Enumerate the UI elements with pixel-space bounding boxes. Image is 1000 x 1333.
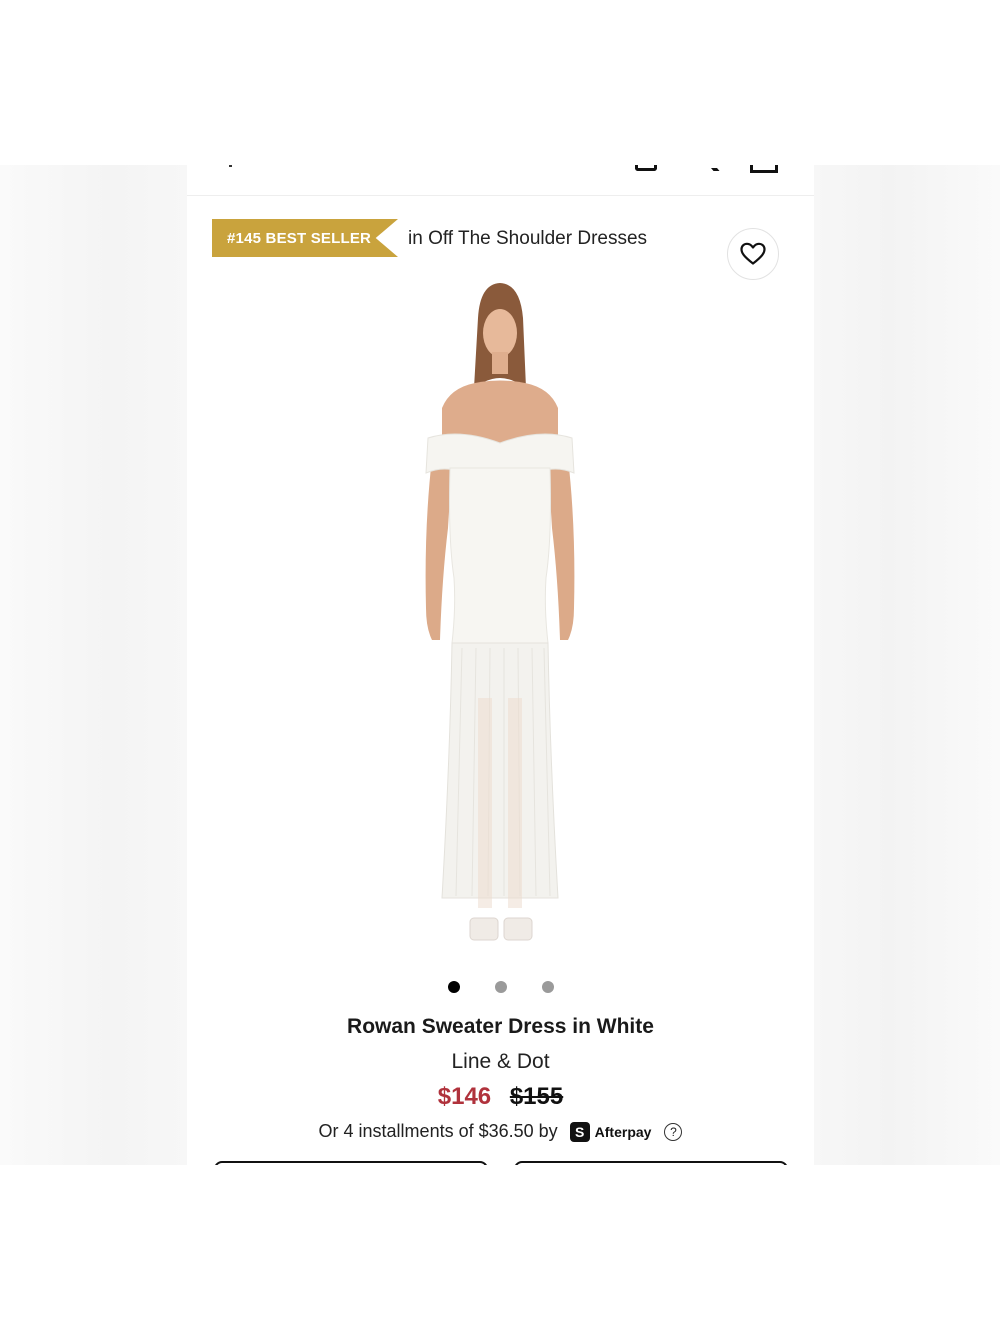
price-row: $146 $155 [187,1083,814,1111]
menu-icon[interactable] [229,165,232,167]
background-blur-left [0,165,187,1165]
size-select-button[interactable] [214,1161,488,1165]
carousel-dot[interactable] [541,981,554,993]
sale-price: $146 [437,1083,492,1110]
installments-text: Or 4 installments of $36.50 by [318,1121,558,1141]
carousel-dot[interactable] [494,981,507,993]
account-icon[interactable] [635,165,657,171]
product-page: #145 BEST SELLER in Off The Shoulder Dre… [187,165,814,1165]
question-icon[interactable]: ? [664,1122,683,1141]
product-title: Rowan Sweater Dress in White [347,1015,654,1038]
afterpay-label: Afterpay [594,1123,652,1140]
background-blur-right [814,165,1000,1165]
best-seller-category[interactable]: in Off The Shoulder Dresses [408,228,647,250]
best-seller-label: #145 BEST SELLER [227,230,372,247]
afterpay-logo: S Afterpay [569,1121,652,1142]
carousel-dots [187,981,814,995]
original-price: $155 [509,1083,564,1110]
search-icon[interactable] [708,165,720,171]
installments-row: Or 4 installments of $36.50 by S Afterpa… [187,1121,814,1142]
heart-icon [740,242,766,265]
product-image[interactable] [400,278,600,968]
top-nav-bar [187,165,814,196]
best-seller-row: #145 BEST SELLER in Off The Shoulder Dre… [212,219,712,257]
best-seller-badge: #145 BEST SELLER [212,219,398,257]
product-brand[interactable]: Line & Dot [187,1050,814,1074]
carousel-dot[interactable] [447,981,460,993]
wishlist-button[interactable] [727,228,779,280]
bag-icon[interactable] [750,165,778,173]
afterpay-icon: S [569,1121,590,1142]
add-to-bag-button[interactable] [514,1161,788,1165]
